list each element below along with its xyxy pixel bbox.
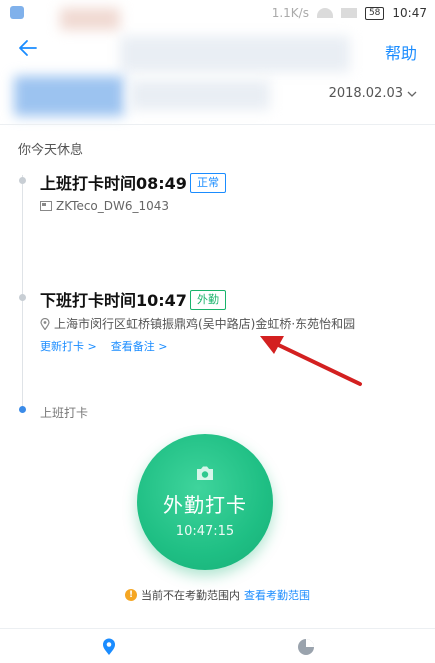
blurred-name xyxy=(130,80,270,110)
pie-chart-icon[interactable] xyxy=(296,637,316,657)
camera-icon xyxy=(197,466,213,480)
record-actions: 更新打卡 > 查看备注 > xyxy=(40,338,167,354)
clock-out-title: 下班打卡时间10:47 xyxy=(40,291,187,310)
punch-button-time: 10:47:15 xyxy=(175,524,235,539)
network-speed: 1.1K/s xyxy=(271,6,309,20)
view-range-link[interactable]: 查看考勤范围 xyxy=(244,587,310,603)
header-divider xyxy=(0,124,435,125)
update-punch-link[interactable]: 更新打卡 > xyxy=(40,338,97,354)
field-punch-button[interactable]: 外勤打卡 10:47:15 xyxy=(137,434,273,570)
wifi-icon xyxy=(316,8,333,18)
blurred-avatar xyxy=(14,76,124,116)
location-info: 上海市闵行区虹桥镇振鼎鸡(吴中路店)金虹桥·东苑怡和园 xyxy=(40,315,355,332)
punch-button-label: 外勤打卡 xyxy=(163,493,247,517)
device-icon xyxy=(40,201,52,211)
device-name: ZKTeco_DW6_1043 xyxy=(56,199,170,213)
status-badge-normal: 正常 xyxy=(190,173,226,193)
warning-icon: ! xyxy=(125,589,137,601)
blurred-region xyxy=(60,8,120,30)
timeline-dot xyxy=(19,177,26,184)
clock-in-title: 上班打卡时间08:49 xyxy=(40,174,187,193)
notification-icon xyxy=(10,6,24,19)
location-pin-icon xyxy=(40,317,50,330)
back-arrow-icon[interactable] xyxy=(18,38,38,58)
timeline-line xyxy=(22,175,23,410)
chevron-down-icon xyxy=(407,91,417,97)
range-warning-text: 当前不在考勤范围内 xyxy=(141,589,240,602)
status-badge-field: 外勤 xyxy=(190,290,226,310)
range-warning: ! 当前不在考勤范围内 查看考勤范围 xyxy=(0,587,435,603)
next-punch-label: 上班打卡 xyxy=(40,406,89,420)
tabbar-divider xyxy=(0,628,435,629)
timeline-dot-current xyxy=(19,406,26,413)
annotation-arrow-icon xyxy=(260,336,362,386)
device-info: ZKTeco_DW6_1043 xyxy=(40,199,169,213)
date-value: 2018.02.03 xyxy=(328,86,403,101)
attendance-screen: 1.1K/s 58 10:47 帮助 2018.02.03 你今天休息 上班打卡… xyxy=(0,0,435,663)
date-selector[interactable]: 2018.02.03 xyxy=(329,86,417,101)
location-text: 上海市闵行区虹桥镇振鼎鸡(吴中路店)金虹桥·东苑怡和园 xyxy=(54,317,356,331)
battery-indicator: 58 xyxy=(364,6,385,20)
timeline-dot xyxy=(19,294,26,301)
location-pin-icon[interactable] xyxy=(99,637,119,657)
status-time: 10:47 xyxy=(392,6,427,20)
blurred-title xyxy=(120,36,350,72)
view-remark-link[interactable]: 查看备注 > xyxy=(111,338,168,354)
rest-day-note: 你今天休息 xyxy=(18,143,84,158)
help-button[interactable]: 帮助 xyxy=(385,40,417,64)
signal-icon xyxy=(340,8,357,18)
